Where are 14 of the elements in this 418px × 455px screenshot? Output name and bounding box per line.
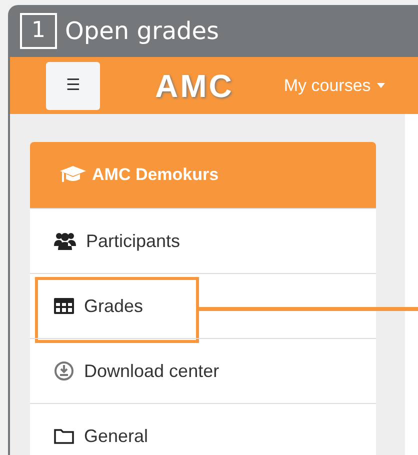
menu-button[interactable]: ☰ <box>46 62 100 110</box>
menu-link[interactable]: General <box>84 422 148 450</box>
course-title: AMC Demokurs <box>92 164 219 186</box>
step-title: Open grades <box>65 19 220 43</box>
step-number: 1 <box>20 13 57 49</box>
download-icon <box>54 361 74 381</box>
graduation-cap-icon <box>60 165 86 185</box>
people-icon <box>54 232 76 250</box>
caret-icon <box>376 83 385 88</box>
menu-link[interactable]: Download center <box>84 358 220 384</box>
menu-link[interactable]: Participants <box>86 228 180 254</box>
folder-icon <box>54 428 74 444</box>
menu-link[interactable]: Grades <box>84 292 144 320</box>
table-icon <box>54 298 74 314</box>
